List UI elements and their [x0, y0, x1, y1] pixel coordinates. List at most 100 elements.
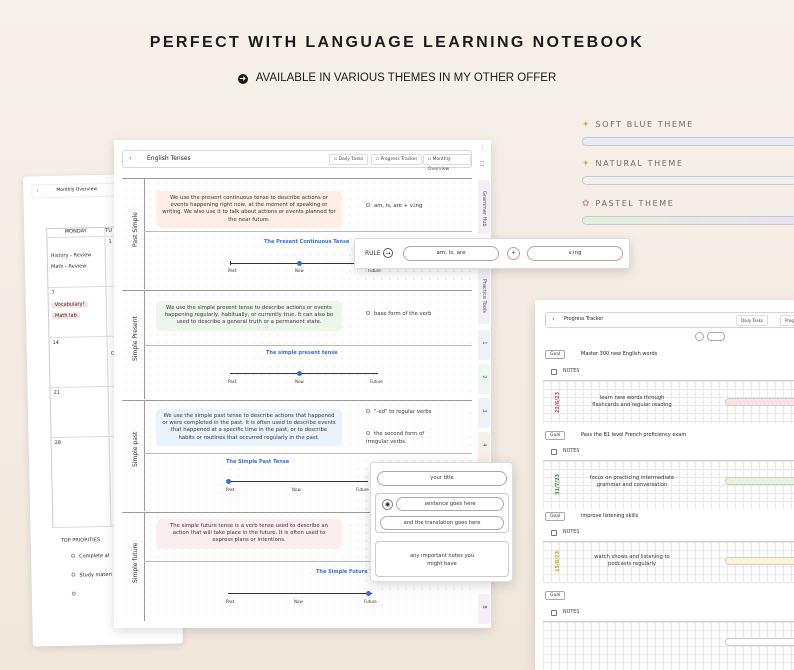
timeline-line: [230, 373, 378, 374]
timeline-label: Future: [356, 487, 369, 492]
theme-soft-blue[interactable]: ✦ SOFT BLUE THEME: [582, 112, 794, 146]
checkbox-icon[interactable]: [71, 572, 76, 577]
notes-icon: [551, 530, 557, 536]
bookmark-icon[interactable]: ⎕: [480, 160, 484, 169]
side-tab-2[interactable]: 2: [478, 364, 490, 394]
calendar-event: Vocabulary!: [51, 301, 88, 309]
calendar-cell[interactable]: 28: [51, 436, 112, 529]
calendar-cell[interactable]: History - Review Math - Review: [47, 236, 107, 289]
calendar-event: Math lab: [51, 312, 80, 320]
section-label: Simple Present: [132, 316, 139, 361]
theme-pastel[interactable]: ✿ PASTEL THEME: [582, 191, 794, 225]
rule-item: base form of the verb: [366, 311, 431, 319]
tab-daily-tasks[interactable]: Daily Tasks: [736, 315, 769, 326]
goal-grid[interactable]: 22/6/23 learn new words through flashcar…: [543, 380, 794, 424]
audio-icon[interactable]: ◉: [382, 499, 393, 510]
notes-row: NOTES: [543, 529, 794, 539]
page-header: ‹ English Tenses ▫ Daily Tasks ▫ Progres…: [122, 150, 472, 172]
timeline-label: Past: [228, 268, 237, 273]
goal-row[interactable]: Goal: [543, 590, 794, 601]
goal-row[interactable]: Goal Master 300 new English words: [543, 349, 794, 360]
calendar-cell[interactable]: 14: [49, 336, 109, 389]
theme-name: NATURAL THEME: [595, 159, 684, 168]
side-tab-4[interactable]: 4: [478, 432, 490, 462]
calendar-event: Math - Review: [50, 263, 87, 271]
priority-item[interactable]: [71, 591, 80, 598]
theme-swatch: [582, 137, 794, 146]
rule-left-field[interactable]: am, is, are: [403, 246, 499, 261]
back-icon[interactable]: ‹: [129, 154, 132, 162]
timeline-now-dot: [297, 261, 302, 266]
sentence-field[interactable]: sentence goes here: [396, 497, 504, 511]
side-tab-grammar-hub[interactable]: Grammar Hub: [478, 180, 490, 234]
title-field[interactable]: your title: [377, 471, 507, 486]
calendar-cell[interactable]: 7 Vocabulary! Math lab: [48, 286, 108, 339]
more-icon[interactable]: ⋮: [480, 144, 486, 151]
description-box[interactable]: The simple future tense is a verb tense …: [156, 519, 342, 549]
tab-progress-tracker[interactable]: Progr: [780, 315, 794, 326]
sentence-card-popup: your title ◉ sentence goes here and the …: [370, 462, 513, 582]
description-box[interactable]: We use the simple present tense to descr…: [156, 301, 342, 331]
checkbox-icon[interactable]: [71, 553, 76, 558]
day-number: 14: [52, 339, 60, 347]
rule-right-field[interactable]: v.ing: [527, 246, 623, 261]
page-title: English Tenses: [147, 155, 191, 162]
priority-item[interactable]: Complete al: [71, 553, 109, 560]
monthly-title: Monthly Overview: [56, 187, 98, 193]
back-icon[interactable]: ‹: [36, 187, 39, 194]
settings-icon[interactable]: [695, 332, 704, 341]
timeline-label: Past: [228, 379, 237, 384]
section-label: Simple future: [132, 542, 139, 584]
tab-daily-tasks[interactable]: ▫ Daily Tasks: [329, 154, 369, 165]
tab-monthly-overview[interactable]: ▫ Monthly Overview: [423, 154, 471, 172]
description-box[interactable]: We use the simple past tense to describe…: [156, 409, 342, 446]
goal-text: improve listening skills: [581, 513, 639, 519]
goal-text: Master 300 new English words: [581, 351, 658, 357]
plus-icon: +: [507, 247, 520, 260]
progress-bar: [725, 638, 794, 646]
goal-row[interactable]: Goal Pass the B1 level French proficienc…: [543, 430, 794, 441]
side-tab-8[interactable]: 8: [478, 594, 490, 624]
sparkle-icon: ✦: [582, 120, 590, 130]
side-tab-1[interactable]: 1: [478, 330, 490, 360]
theme-swatch: [582, 176, 794, 185]
day-number: 28: [54, 439, 62, 447]
goal-date: 31/7/23: [555, 473, 561, 495]
timeline-title: The Simple Past Tense: [226, 459, 290, 465]
side-tab-3[interactable]: 3: [478, 398, 490, 428]
progress-bar: [725, 557, 794, 565]
theme-swatch: [582, 216, 794, 225]
goal-grid[interactable]: [543, 621, 794, 670]
priority-item[interactable]: Study materi: [71, 572, 112, 579]
timeline-line: [228, 481, 368, 482]
bullet-icon: [366, 311, 370, 315]
calendar-cell[interactable]: 21: [50, 386, 110, 439]
notes-row: NOTES: [543, 609, 794, 619]
goal-grid[interactable]: 15/8/23 watch shows and listening to pod…: [543, 541, 794, 583]
notes-field[interactable]: any important notes you might have: [375, 541, 509, 577]
goal-badge: Goal: [545, 512, 566, 521]
timeline-label: Future: [364, 599, 377, 604]
bullet-icon: [366, 431, 370, 435]
goal-row[interactable]: Goal improve listening skills: [543, 511, 794, 522]
day-number: 1: [108, 238, 112, 245]
theme-natural[interactable]: ✦ NATURAL THEME: [582, 151, 794, 185]
checkbox-icon[interactable]: [71, 591, 76, 596]
notes-icon: [551, 449, 557, 455]
pager-icon[interactable]: [707, 332, 725, 341]
tab-progress-tracker[interactable]: ▫ Progress Tracker: [371, 154, 423, 165]
description-box[interactable]: We use the present continuous tense to d…: [156, 191, 342, 228]
theme-name: SOFT BLUE THEME: [595, 120, 694, 129]
back-icon[interactable]: ‹: [552, 315, 555, 323]
goal-grid[interactable]: 31/7/23 focus on practicing intermediate…: [543, 460, 794, 508]
timeline-label: Past: [226, 487, 235, 492]
translation-field[interactable]: and the translation goes here: [380, 516, 504, 530]
progress-bar: [725, 477, 794, 485]
subtitle-text: AVAILABLE IN VARIOUS THEMES IN MY OTHER …: [255, 72, 557, 84]
timeline-line: [228, 593, 372, 594]
timeline-title: The simple present tense: [266, 350, 338, 356]
tense-section: Past Simple We use the present continuou…: [122, 178, 472, 289]
goal-task: learn new words through flashcards and r…: [592, 395, 672, 408]
rule-item: am, is, are + v.ing: [366, 203, 422, 211]
side-tab-practice-tools[interactable]: Practice Tools: [478, 268, 490, 324]
